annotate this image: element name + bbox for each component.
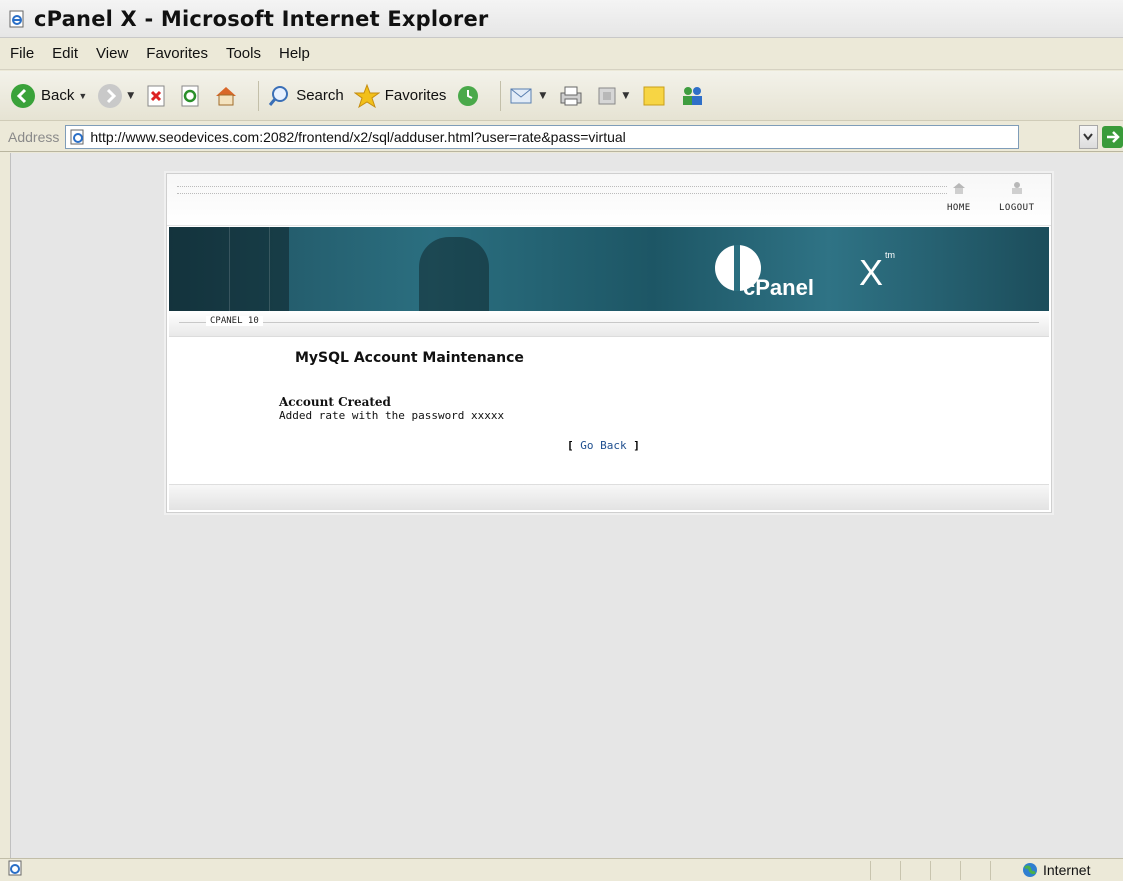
- zone-label: Internet: [1043, 862, 1091, 878]
- forward-dropdown-icon[interactable]: ▼: [127, 91, 134, 101]
- banner-line: [229, 227, 230, 311]
- version-label: CPANEL 10: [206, 316, 263, 326]
- print-button[interactable]: [558, 85, 584, 107]
- cpanel-logo-tm: tm: [885, 250, 895, 260]
- back-label: Back: [41, 87, 75, 104]
- favorites-star-icon: [353, 83, 380, 108]
- edit-button[interactable]: ▼: [596, 85, 629, 107]
- cpanel-container: HOME LOGOUT cPanel X tm CPANEL 10 MySQL …: [166, 173, 1052, 513]
- title-bar: cPanel X - Microsoft Internet Explorer: [0, 0, 1123, 38]
- status-pane: [930, 861, 960, 880]
- mail-icon: [510, 88, 532, 103]
- status-bar: Internet: [0, 858, 1123, 881]
- address-url[interactable]: http://www.seodevices.com:2082/frontend/…: [90, 129, 625, 145]
- toolbar-separator: [258, 80, 260, 111]
- cpanel-logo-x: X: [859, 252, 884, 293]
- menu-file[interactable]: File: [10, 45, 34, 62]
- favorites-button[interactable]: Favorites: [353, 83, 447, 109]
- printer-icon: [560, 86, 582, 105]
- user-logout-icon: [999, 182, 1035, 197]
- home-link-label: HOME: [947, 203, 971, 213]
- stop-icon: [147, 85, 165, 106]
- go-back-link-wrapper: [ Go Back ]: [567, 439, 640, 452]
- globe-icon: [1023, 863, 1037, 877]
- search-button[interactable]: Search: [267, 84, 344, 108]
- menu-bar: File Edit View Favorites Tools Help: [0, 38, 1123, 70]
- cpanel-footer-bar: [169, 484, 1049, 510]
- message-title: Account Created: [279, 395, 391, 409]
- edit-page-icon: [598, 87, 616, 104]
- status-pane: [900, 861, 930, 880]
- logout-link-label: LOGOUT: [999, 203, 1035, 213]
- home-button[interactable]: [214, 85, 238, 107]
- menu-tools[interactable]: Tools: [226, 45, 261, 62]
- ie-page-icon: [8, 10, 26, 28]
- cpanel-banner: cPanel X tm: [169, 227, 1049, 311]
- menu-help[interactable]: Help: [279, 45, 310, 62]
- back-arrow-icon: [11, 83, 35, 108]
- menu-view[interactable]: View: [96, 45, 128, 62]
- messenger-button[interactable]: [679, 84, 707, 108]
- menu-favorites[interactable]: Favorites: [146, 45, 208, 62]
- address-label: Address: [8, 128, 60, 145]
- banner-figure: [419, 237, 489, 311]
- home-icon: [216, 86, 237, 105]
- version-bar: CPANEL 10: [169, 311, 1049, 337]
- address-field[interactable]: http://www.seodevices.com:2082/frontend/…: [65, 124, 1019, 149]
- notes-icon: [643, 86, 665, 105]
- cpanel-logo-bar: [734, 245, 740, 291]
- status-pane: [990, 861, 1020, 880]
- favorites-label: Favorites: [384, 87, 447, 104]
- dotted-rule: [177, 186, 947, 194]
- back-button[interactable]: Back ▼: [10, 83, 87, 109]
- banner-line: [269, 227, 270, 311]
- security-zone: Internet: [1022, 862, 1090, 878]
- toolbar-separator: [500, 80, 502, 111]
- search-icon: [269, 85, 289, 106]
- status-panes: [870, 861, 1020, 880]
- browser-window: cPanel X - Microsoft Internet Explorer F…: [0, 0, 1123, 881]
- page-viewport: HOME LOGOUT cPanel X tm CPANEL 10 MySQL …: [10, 153, 1123, 858]
- go-back-link[interactable]: Go Back: [580, 439, 626, 452]
- status-pane: [960, 861, 990, 880]
- go-arrow-icon: [1106, 130, 1120, 143]
- page-icon: [70, 129, 86, 148]
- go-button[interactable]: [1102, 125, 1123, 148]
- history-icon: [458, 85, 479, 106]
- edit-dropdown-icon[interactable]: ▼: [622, 91, 629, 101]
- bracket-open: [: [567, 439, 574, 452]
- version-rule: [179, 322, 1039, 323]
- cpanel-logo-text: cPanel: [743, 275, 814, 300]
- status-pane: [870, 861, 900, 880]
- mail-dropdown-icon[interactable]: ▼: [539, 91, 546, 101]
- message-body: Added rate with the password xxxxx: [279, 409, 505, 422]
- forward-button[interactable]: ▼: [97, 83, 134, 109]
- messenger-icon: [683, 86, 703, 105]
- toolbar: Back ▼ ▼ Search Favorites ▼ ▼: [0, 71, 1123, 121]
- page-status-icon: [8, 860, 24, 880]
- cpanel-top-bar: HOME LOGOUT: [167, 174, 1051, 226]
- home-icon: [947, 182, 971, 197]
- discuss-button[interactable]: [641, 84, 667, 108]
- menu-edit[interactable]: Edit: [52, 45, 78, 62]
- mail-button[interactable]: ▼: [509, 85, 546, 107]
- window-title: cPanel X - Microsoft Internet Explorer: [34, 6, 489, 31]
- search-label: Search: [296, 87, 344, 104]
- stop-button[interactable]: [146, 85, 168, 107]
- forward-arrow-icon: [98, 83, 123, 108]
- refresh-button[interactable]: [180, 85, 202, 107]
- address-dropdown-button[interactable]: [1078, 124, 1099, 149]
- chevron-down-icon: [1083, 132, 1094, 141]
- home-link[interactable]: HOME: [947, 182, 971, 213]
- refresh-icon: [181, 85, 199, 106]
- logout-link[interactable]: LOGOUT: [999, 182, 1035, 213]
- page-title: MySQL Account Maintenance: [295, 350, 524, 366]
- address-bar: Address http://www.seodevices.com:2082/f…: [0, 122, 1123, 152]
- bracket-close: ]: [633, 439, 640, 452]
- history-button[interactable]: [456, 84, 480, 108]
- back-dropdown-icon[interactable]: ▼: [78, 91, 87, 101]
